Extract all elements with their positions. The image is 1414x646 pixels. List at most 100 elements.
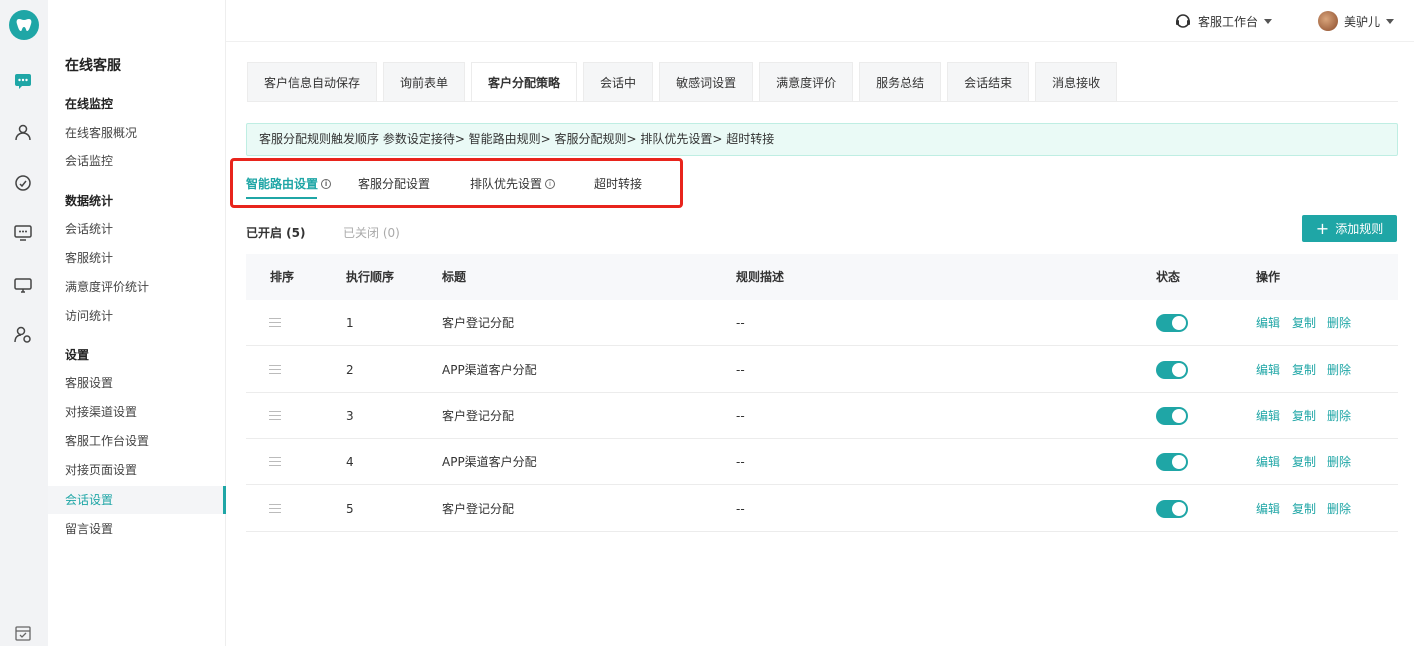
plus-icon: + <box>1315 218 1330 238</box>
drag-handle-icon[interactable] <box>269 318 281 327</box>
avatar <box>1318 11 1338 31</box>
chevron-down-icon <box>1386 18 1395 24</box>
header-desc: 规则描述 <box>736 270 785 284</box>
nav-group-stats: 数据统计 <box>65 194 114 208</box>
edit-button[interactable]: 编辑 <box>1256 300 1280 346</box>
tooth-logo-icon[interactable] <box>9 10 39 40</box>
tab-service-summary[interactable]: 服务总结 <box>859 62 942 102</box>
row-title: APP渠道客户分配 <box>442 455 537 469</box>
info-icon: i <box>321 178 332 189</box>
tab-session-end[interactable]: 会话结束 <box>947 62 1030 102</box>
tab-message-receive[interactable]: 消息接收 <box>1035 62 1118 102</box>
sidebar-item-page-settings[interactable]: 对接页面设置 <box>48 456 226 484</box>
edit-button[interactable]: 编辑 <box>1256 347 1280 393</box>
add-rule-label: 添加规则 <box>1335 222 1384 236</box>
sidebar-item-visit-stats[interactable]: 访问统计 <box>48 302 226 330</box>
monitor-chat-icon[interactable] <box>12 222 34 244</box>
table-row: 1 客户登记分配 -- 编辑 复制 删除 <box>246 300 1398 346</box>
tab-sensitive-words[interactable]: 敏感词设置 <box>659 62 754 102</box>
edit-button[interactable]: 编辑 <box>1256 486 1280 532</box>
sidebar-item-session-settings[interactable]: 会话设置 <box>48 486 226 514</box>
topbar: 客服工作台 美驴儿 <box>226 0 1414 42</box>
info-icon: i <box>545 178 556 189</box>
nav-group-settings: 设置 <box>65 348 90 362</box>
user-settings-icon[interactable] <box>12 324 34 346</box>
delete-button[interactable]: 删除 <box>1327 486 1351 532</box>
sidebar-item-session-monitor[interactable]: 会话监控 <box>48 147 226 175</box>
header-sort: 排序 <box>270 270 295 284</box>
header-title: 标题 <box>442 270 467 284</box>
sidebar-item-overview[interactable]: 在线客服概况 <box>48 119 226 147</box>
tab-auto-save[interactable]: 客户信息自动保存 <box>247 62 378 102</box>
gauge-icon[interactable] <box>12 172 34 194</box>
header-order: 执行顺序 <box>346 270 395 284</box>
status-toggle[interactable] <box>1156 453 1188 471</box>
subtab-timeout-transfer[interactable]: 超时转接 <box>594 175 642 192</box>
subtab-queue-priority[interactable]: 排队优先设置 i <box>470 175 556 192</box>
row-order: 5 <box>346 502 354 516</box>
header-ops: 操作 <box>1256 270 1281 284</box>
row-desc: -- <box>736 409 745 423</box>
status-toggle[interactable] <box>1156 407 1188 425</box>
sidebar-item-satisfaction-stats[interactable]: 满意度评价统计 <box>48 273 226 301</box>
copy-button[interactable]: 复制 <box>1292 439 1316 485</box>
chevron-down-icon <box>1264 18 1273 24</box>
sidebar-item-workbench-settings[interactable]: 客服工作台设置 <box>48 427 226 455</box>
status-toggle[interactable] <box>1156 500 1188 518</box>
copy-button[interactable]: 复制 <box>1292 393 1316 439</box>
subtab-label: 超时转接 <box>594 177 643 191</box>
row-order: 1 <box>346 316 354 330</box>
tab-pre-chat-form[interactable]: 询前表单 <box>383 62 466 102</box>
header-status: 状态 <box>1156 270 1181 284</box>
sidebar-item-agent-stats[interactable]: 客服统计 <box>48 244 226 272</box>
workbench-switcher[interactable]: 客服工作台 <box>1174 12 1273 30</box>
row-title: 客户登记分配 <box>442 502 515 516</box>
copy-button[interactable]: 复制 <box>1292 486 1316 532</box>
row-desc: -- <box>736 363 745 377</box>
sidebar-item-channel-settings[interactable]: 对接渠道设置 <box>48 398 226 426</box>
drag-handle-icon[interactable] <box>269 457 281 466</box>
copy-button[interactable]: 复制 <box>1292 300 1316 346</box>
table-row: 4 APP渠道客户分配 -- 编辑 复制 删除 <box>246 439 1398 485</box>
delete-button[interactable]: 删除 <box>1327 393 1351 439</box>
drag-handle-icon[interactable] <box>269 411 281 420</box>
edit-button[interactable]: 编辑 <box>1256 439 1280 485</box>
chat-icon[interactable] <box>12 70 34 92</box>
tab-satisfaction[interactable]: 满意度评价 <box>759 62 854 102</box>
sidebar-item-session-stats[interactable]: 会话统计 <box>48 215 226 243</box>
tab-in-session[interactable]: 会话中 <box>583 62 654 102</box>
icon-rail <box>0 0 48 646</box>
status-toggle[interactable] <box>1156 361 1188 379</box>
subtab-smart-routing[interactable]: 智能路由设置 i <box>246 175 332 192</box>
sidebar-item-agent-settings[interactable]: 客服设置 <box>48 369 226 397</box>
status-toggle[interactable] <box>1156 314 1188 332</box>
filter-disabled[interactable]: 已关闭 (0) <box>343 224 400 241</box>
subtab-active-indicator <box>246 197 317 199</box>
table-row: 2 APP渠道客户分配 -- 编辑 复制 删除 <box>246 347 1398 393</box>
delete-button[interactable]: 删除 <box>1327 300 1351 346</box>
row-desc: -- <box>736 455 745 469</box>
workbench-label: 客服工作台 <box>1198 14 1259 29</box>
users-icon[interactable] <box>12 122 34 144</box>
add-rule-button[interactable]: + 添加规则 <box>1302 215 1397 242</box>
tab-assignment-strategy[interactable]: 客户分配策略 <box>471 62 578 102</box>
delete-button[interactable]: 删除 <box>1327 439 1351 485</box>
edit-button[interactable]: 编辑 <box>1256 393 1280 439</box>
user-menu[interactable]: 美驴儿 <box>1318 11 1395 31</box>
sidebar-title: 在线客服 <box>65 58 121 74</box>
subtab-agent-assignment[interactable]: 客服分配设置 <box>358 175 430 192</box>
sidebar: 在线客服 在线监控 在线客服概况 会话监控 数据统计 会话统计 客服统计 满意度… <box>48 0 226 646</box>
row-order: 3 <box>346 409 354 423</box>
delete-button[interactable]: 删除 <box>1327 347 1351 393</box>
calendar-check-icon[interactable] <box>12 622 34 644</box>
filter-enabled[interactable]: 已开启 (5) <box>246 224 306 241</box>
copy-button[interactable]: 复制 <box>1292 347 1316 393</box>
drag-handle-icon[interactable] <box>269 365 281 374</box>
drag-handle-icon[interactable] <box>269 504 281 513</box>
row-order: 4 <box>346 455 354 469</box>
tabs-divider <box>247 101 1398 102</box>
nav-group-monitor: 在线监控 <box>65 97 114 111</box>
screen-icon[interactable] <box>12 274 34 296</box>
row-desc: -- <box>736 316 745 330</box>
sidebar-item-message-settings[interactable]: 留言设置 <box>48 515 226 543</box>
